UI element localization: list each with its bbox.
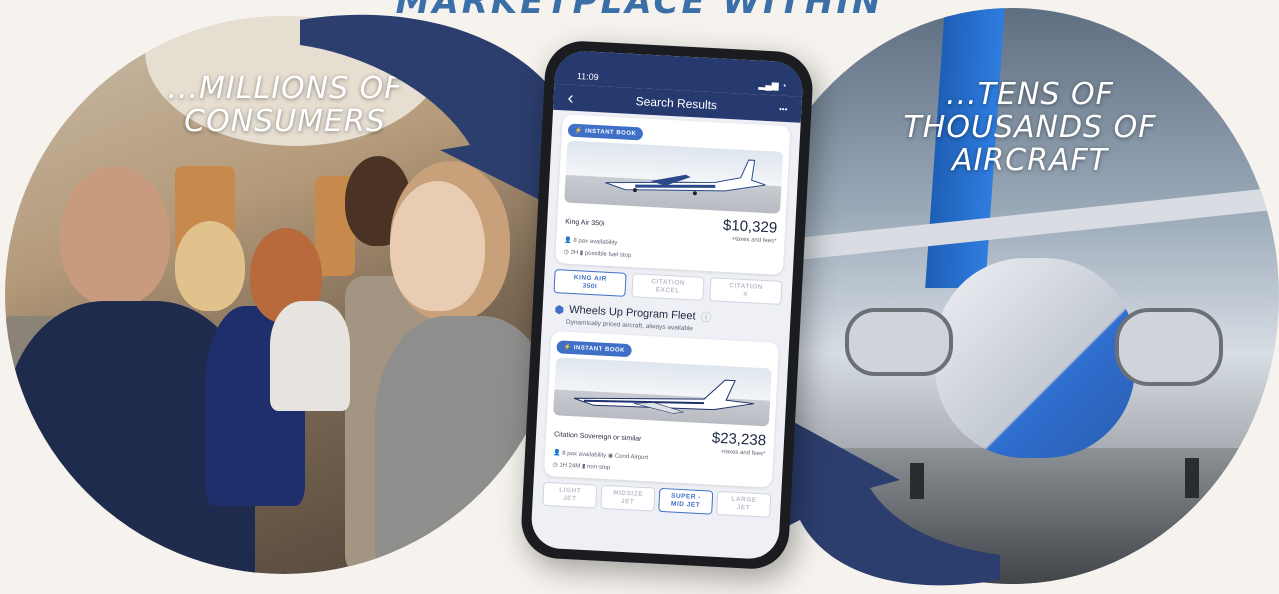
airport-icon: ◉ (607, 453, 614, 460)
stop-info: non-stop (586, 464, 611, 472)
instant-book-badge: ⚡ INSTANT BOOK (567, 123, 644, 141)
back-icon[interactable]: ‹ (567, 87, 574, 108)
king-air-image (564, 140, 784, 214)
chip-midsize-jet[interactable]: MIDSIZE JET (600, 484, 656, 512)
status-time: 11:09 (576, 70, 599, 83)
bottom-arrow-icon (780, 420, 1000, 586)
aircraft-name: King Air 350i (565, 218, 605, 228)
duration: 1H 24M (559, 462, 581, 470)
citation-image (553, 357, 772, 427)
chip-citation-x[interactable]: CITATION X (709, 277, 783, 305)
app-screen: 11:09 ▂▄▆ ◔ ‹ Search Results ••• ⚡ INSTA… (530, 49, 804, 561)
person-icon: 👤 (552, 450, 561, 457)
chip-king-air[interactable]: KING AIR 350I (553, 269, 627, 297)
pax-availability: 8 pax availability (562, 450, 607, 460)
stop-icon: ▮ (581, 463, 586, 470)
chip-large-jet[interactable]: LARGE JET (716, 490, 772, 518)
instant-book-badge: ⚡ INSTANT BOOK (556, 340, 633, 358)
fuel-icon: ▮ (579, 250, 584, 257)
jet-icon (573, 379, 755, 414)
phone-mockup: 11:09 ▂▄▆ ◔ ‹ Search Results ••• ⚡ INSTA… (519, 39, 815, 571)
price: $10,329 (722, 216, 778, 237)
duration: 2H (570, 249, 579, 257)
clock-icon: ◷ (563, 249, 570, 256)
top-arrow-icon (300, 14, 580, 210)
info-icon[interactable]: ⓘ (700, 309, 712, 326)
price: $23,238 (711, 429, 767, 450)
signal-icon: ▂▄▆ ◔ (758, 79, 787, 91)
stop-info: possible fuel stop (584, 250, 632, 260)
pax-availability: 8 pax availability (573, 238, 618, 247)
airport: Cond Airport (614, 453, 649, 462)
chip-super-mid-jet[interactable]: SUPER - MID JET (658, 487, 714, 515)
clock-icon: ◷ (552, 462, 558, 469)
chip-light-jet[interactable]: LIGHT JET (542, 481, 598, 509)
jet-class-chips: LIGHT JET MIDSIZE JET SUPER - MID JET LA… (532, 481, 781, 518)
person-icon: 👤 (564, 237, 572, 244)
result-card-citation-sovereign[interactable]: ⚡ INSTANT BOOK Citation Sovereign or sim… (543, 330, 780, 488)
more-icon[interactable]: ••• (779, 104, 788, 113)
result-card-king-air[interactable]: ⚡ INSTANT BOOK King Air 350i $10,329 +ta… (555, 114, 791, 276)
fleet-icon: ⬢ (554, 303, 565, 317)
nav-title: Search Results (635, 94, 718, 113)
turboprop-icon (605, 159, 766, 196)
chip-citation-excel[interactable]: CITATION EXCEL (631, 273, 705, 301)
